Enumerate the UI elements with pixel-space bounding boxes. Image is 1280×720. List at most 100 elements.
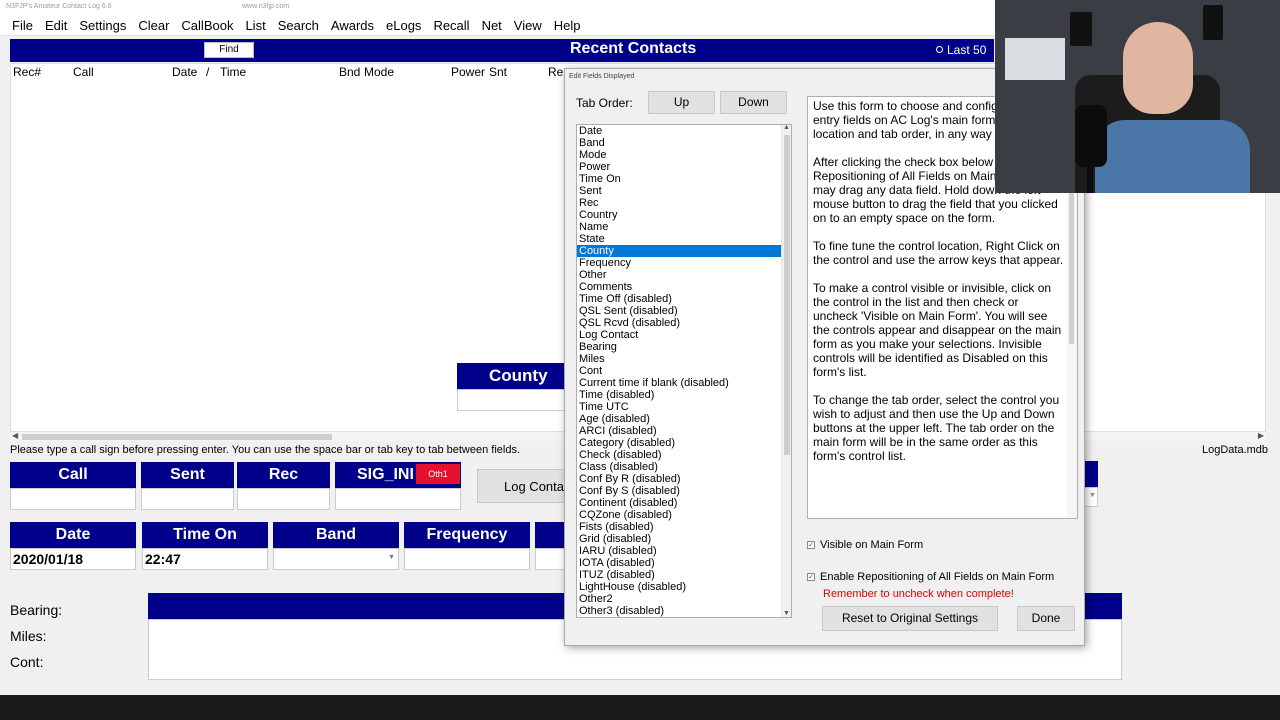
visible-checkbox-icon[interactable]: ✓	[807, 541, 815, 549]
call-input[interactable]	[10, 488, 136, 510]
field-list-item[interactable]: Other	[577, 269, 791, 281]
done-button[interactable]: Done	[1017, 606, 1075, 631]
field-list-item[interactable]: Miles	[577, 353, 791, 365]
menu-elogs[interactable]: eLogs	[380, 14, 427, 35]
menu-help[interactable]: Help	[548, 14, 587, 35]
webcam-person-shirt	[1095, 120, 1250, 193]
right-field-select[interactable]: ▼	[1084, 487, 1098, 507]
menu-net[interactable]: Net	[476, 14, 508, 35]
field-list-item[interactable]: Category (disabled)	[577, 437, 791, 449]
reposition-checkbox-icon[interactable]: ✓	[807, 573, 815, 581]
field-list-item[interactable]: Cont	[577, 365, 791, 377]
county-field-label[interactable]: County	[457, 363, 577, 389]
field-list-item[interactable]: State	[577, 233, 791, 245]
county-field-input[interactable]	[457, 389, 577, 411]
field-list-item[interactable]: Conf By R (disabled)	[577, 473, 791, 485]
hidden-field-input[interactable]	[535, 548, 565, 570]
menu-clear[interactable]: Clear	[132, 14, 175, 35]
field-list-item[interactable]: IARU (disabled)	[577, 545, 791, 557]
scroll-left-icon[interactable]: ◀	[12, 431, 18, 440]
field-list-item[interactable]: Power	[577, 161, 791, 173]
field-list-item[interactable]: ITUZ (disabled)	[577, 569, 791, 581]
sig-info-input[interactable]	[335, 488, 461, 510]
col-header-band[interactable]: Bnd	[339, 65, 360, 79]
field-list-item[interactable]: Log Contact	[577, 329, 791, 341]
band-dropdown-icon[interactable]: ▼	[388, 554, 395, 561]
down-button[interactable]: Down	[720, 91, 787, 114]
menu-file[interactable]: File	[0, 14, 39, 35]
field-list-item[interactable]: Frequency	[577, 257, 791, 269]
field-list-item[interactable]: Comments	[577, 281, 791, 293]
up-button[interactable]: Up	[648, 91, 715, 114]
scroll-right-icon[interactable]: ▶	[1258, 431, 1264, 440]
time-on-input[interactable]: 22:47	[142, 548, 268, 570]
field-list-scrollbar[interactable]: ▲ ▼	[781, 125, 791, 617]
field-list-item[interactable]: Band	[577, 137, 791, 149]
col-header-mode[interactable]: Mode	[364, 65, 394, 79]
visible-on-main-form-checkbox[interactable]: ✓ Visible on Main Form	[807, 539, 923, 551]
field-list-item[interactable]: Time (disabled)	[577, 389, 791, 401]
menu-edit[interactable]: Edit	[39, 14, 73, 35]
time-on-label: Time On	[142, 522, 268, 548]
date-input[interactable]: 2020/01/18	[10, 548, 136, 570]
field-list-item[interactable]: ARCI (disabled)	[577, 425, 791, 437]
field-list-item[interactable]: Other3 (disabled)	[577, 605, 791, 617]
field-list-item[interactable]: Check (disabled)	[577, 449, 791, 461]
menu-settings[interactable]: Settings	[73, 14, 132, 35]
field-list-item[interactable]: Class (disabled)	[577, 461, 791, 473]
field-list-item[interactable]: Mode	[577, 149, 791, 161]
log-contact-button[interactable]: Log Conta	[477, 469, 567, 503]
field-list-item[interactable]: Other2	[577, 593, 791, 605]
field-list-item[interactable]: Time Off (disabled)	[577, 293, 791, 305]
sent-input[interactable]	[141, 488, 234, 510]
col-header-power[interactable]: Power	[451, 65, 485, 79]
col-header-sent[interactable]: Snt	[489, 65, 507, 79]
field-list-item[interactable]: Bearing	[577, 341, 791, 353]
field-list-item[interactable]: LightHouse (disabled)	[577, 581, 791, 593]
band-select[interactable]: ▼	[273, 548, 399, 570]
menu-search[interactable]: Search	[272, 14, 325, 35]
frequency-input[interactable]	[404, 548, 530, 570]
col-header-call[interactable]: Call	[73, 65, 94, 79]
field-list[interactable]: Date Band Mode Power Time On Sent Rec Country Na…	[576, 124, 792, 618]
hint-text: Please type a call sign before pressing …	[10, 444, 520, 456]
field-list-item[interactable]: Fists (disabled)	[577, 521, 791, 533]
field-list-item[interactable]: Sent	[577, 185, 791, 197]
last-50-option[interactable]: Last 50	[936, 43, 986, 57]
field-list-item[interactable]: Continent (disabled)	[577, 497, 791, 509]
menu-callbook[interactable]: CallBook	[175, 14, 239, 35]
field-list-item[interactable]: Rec	[577, 197, 791, 209]
field-list-item[interactable]: Country	[577, 209, 791, 221]
reset-settings-button[interactable]: Reset to Original Settings	[822, 606, 998, 631]
menu-list[interactable]: List	[239, 14, 271, 35]
scroll-down-icon[interactable]: ▼	[783, 610, 790, 617]
last-50-radio-icon[interactable]	[936, 46, 943, 53]
enable-repositioning-checkbox[interactable]: ✓ Enable Repositioning of All Fields on M…	[807, 571, 1054, 583]
col-header-time[interactable]: Time	[220, 65, 246, 79]
field-list-item[interactable]: QSL Sent (disabled)	[577, 305, 791, 317]
field-list-item[interactable]: Date	[577, 125, 791, 137]
find-button[interactable]: Find	[204, 42, 254, 58]
oth1-field[interactable]: Oth1	[416, 464, 460, 484]
col-header-rec[interactable]: Rec#	[13, 65, 41, 79]
menu-view[interactable]: View	[508, 14, 548, 35]
field-list-item[interactable]: County	[577, 245, 791, 257]
col-header-rec-partial[interactable]: Re	[548, 65, 563, 79]
field-list-item[interactable]: Name	[577, 221, 791, 233]
field-list-item[interactable]: Conf By S (disabled)	[577, 485, 791, 497]
menu-awards[interactable]: Awards	[325, 14, 380, 35]
col-header-date[interactable]: Date	[172, 65, 197, 79]
field-list-item[interactable]: Time On	[577, 173, 791, 185]
scroll-up-icon[interactable]: ▲	[783, 125, 790, 131]
field-list-item[interactable]: QSL Rcvd (disabled)	[577, 317, 791, 329]
field-list-item[interactable]: Grid (disabled)	[577, 533, 791, 545]
field-list-item[interactable]: Time UTC	[577, 401, 791, 413]
menu-recall[interactable]: Recall	[427, 14, 475, 35]
field-list-item[interactable]: Current time if blank (disabled)	[577, 377, 791, 389]
field-list-scroll-thumb[interactable]	[784, 135, 790, 455]
field-list-item[interactable]: IOTA (disabled)	[577, 557, 791, 569]
scrollbar-thumb[interactable]	[22, 434, 332, 440]
rec-input[interactable]	[237, 488, 330, 510]
field-list-item[interactable]: Age (disabled)	[577, 413, 791, 425]
field-list-item[interactable]: CQZone (disabled)	[577, 509, 791, 521]
